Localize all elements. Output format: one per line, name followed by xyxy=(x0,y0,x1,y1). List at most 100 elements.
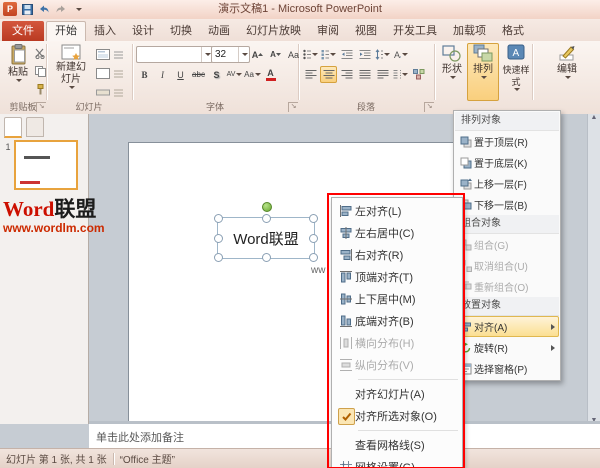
menu-item-align-middle[interactable]: 上下居中(M) xyxy=(334,288,460,310)
tab-review[interactable]: 审阅 xyxy=(309,21,347,41)
group-separator xyxy=(132,44,133,100)
menu-separator xyxy=(358,430,458,431)
cut-icon[interactable] xyxy=(32,45,49,62)
menu-item-align-bottom[interactable]: 底端对齐(B) xyxy=(334,310,460,332)
tab-view[interactable]: 视图 xyxy=(347,21,385,41)
resize-handle-nw[interactable] xyxy=(214,214,223,223)
menu-item-align-center[interactable]: 左右居中(C) xyxy=(334,222,460,244)
clear-formatting-button[interactable]: Aa xyxy=(285,46,302,63)
menu-item-align-selected-objects[interactable]: 对齐所选对象(O) xyxy=(334,405,460,427)
increase-indent-icon[interactable] xyxy=(356,46,373,63)
copy-icon[interactable] xyxy=(32,63,49,80)
outline-tab-icon[interactable] xyxy=(26,117,44,137)
menu-item-selection-pane[interactable]: 选择窗格(P) xyxy=(455,358,559,379)
font-dialog-launcher-icon[interactable]: ↘ xyxy=(288,102,298,112)
text-shadow-button[interactable]: S xyxy=(208,66,225,83)
clipboard-dialog-launcher-icon[interactable]: ↘ xyxy=(36,102,46,112)
italic-button[interactable]: I xyxy=(154,66,171,83)
font-size-combo[interactable]: 32 xyxy=(211,46,250,63)
align-left-button[interactable] xyxy=(302,66,319,83)
menu-item-regroup: 重新组合(O) xyxy=(455,276,559,297)
align-center-button[interactable] xyxy=(320,66,337,83)
underline-button[interactable]: U xyxy=(172,66,189,83)
menu-item-bring-to-front[interactable]: 置于顶层(R) xyxy=(455,131,559,152)
scroll-up-icon[interactable]: ▲ xyxy=(591,114,598,121)
character-spacing-button[interactable]: AV xyxy=(226,66,243,83)
font-group-label: 字体 xyxy=(205,102,224,112)
columns-icon[interactable] xyxy=(392,66,409,83)
justify-button[interactable] xyxy=(356,66,373,83)
tab-transitions[interactable]: 切换 xyxy=(162,21,200,41)
tab-slideshow[interactable]: 幻灯片放映 xyxy=(238,21,309,41)
numbering-icon[interactable] xyxy=(320,46,337,63)
shapes-button[interactable]: 形状 xyxy=(437,43,467,101)
layout-icon[interactable] xyxy=(93,46,129,63)
rotate-handle[interactable] xyxy=(262,202,272,212)
section-icon[interactable] xyxy=(93,84,129,101)
tab-developer[interactable]: 开发工具 xyxy=(385,21,445,41)
vertical-scrollbar[interactable]: ▲ ▼ xyxy=(587,114,600,424)
resize-handle-s[interactable] xyxy=(262,253,271,262)
strikethrough-button[interactable]: abc xyxy=(190,66,207,83)
menu-item-view-gridlines[interactable]: 查看网格线(S) xyxy=(334,434,460,456)
menu-item-rotate[interactable]: 旋转(R) xyxy=(455,337,559,358)
font-size-dropdown-icon[interactable] xyxy=(238,47,249,62)
tab-home[interactable]: 开始 xyxy=(46,21,86,41)
tab-design[interactable]: 设计 xyxy=(124,21,162,41)
resize-handle-w[interactable] xyxy=(214,234,223,243)
slide-thumbnail[interactable] xyxy=(14,140,78,190)
arrange-button[interactable]: 排列 xyxy=(467,43,499,101)
resize-handle-e[interactable] xyxy=(309,234,318,243)
wordlm-watermark: Word联盟 www.wordlm.com xyxy=(3,197,105,235)
menu-item-align-to-slide[interactable]: 对齐幻灯片(A) xyxy=(334,383,460,405)
editing-button[interactable]: 编辑 xyxy=(549,43,585,101)
partially-hidden-text[interactable]: ww xyxy=(311,265,325,276)
bullets-icon[interactable] xyxy=(302,46,319,63)
format-painter-icon[interactable] xyxy=(32,81,49,98)
line-spacing-icon[interactable] xyxy=(374,46,391,63)
menu-item-align-right[interactable]: 右对齐(R) xyxy=(334,244,460,266)
tab-animations[interactable]: 动画 xyxy=(200,21,238,41)
paragraph-dialog-launcher-icon[interactable]: ↘ xyxy=(424,102,434,112)
menu-item-send-to-back[interactable]: 置于底层(K) xyxy=(455,152,559,173)
selected-textbox[interactable]: Word联盟 xyxy=(214,202,318,262)
smartart-icon[interactable] xyxy=(410,66,427,83)
paste-button[interactable]: 粘贴 xyxy=(3,43,33,101)
slides-tab-icon[interactable] xyxy=(4,117,22,138)
tab-file[interactable]: 文件 xyxy=(2,21,44,41)
resize-handle-se[interactable] xyxy=(309,253,318,262)
menu-header-position-objects: 放置对象 xyxy=(455,297,559,316)
menu-item-send-backward[interactable]: 下移一层(B) xyxy=(455,194,559,215)
shrink-font-button[interactable]: A xyxy=(267,46,284,63)
slide-thumbnail-row[interactable]: 1 xyxy=(2,140,78,190)
textbox-text[interactable]: Word联盟 xyxy=(233,228,299,249)
reset-icon[interactable] xyxy=(93,65,129,82)
resize-handle-n[interactable] xyxy=(262,214,271,223)
distribute-text-button[interactable] xyxy=(374,66,391,83)
blank-icon-slot xyxy=(337,437,355,453)
menu-item-grid-settings[interactable]: 网格设置(G)... xyxy=(334,456,460,468)
grow-font-button[interactable]: A xyxy=(249,46,266,63)
font-color-button[interactable]: A xyxy=(262,66,279,83)
menu-item-align-left[interactable]: 左对齐(L) xyxy=(334,200,460,222)
resize-handle-ne[interactable] xyxy=(309,214,318,223)
menu-item-bring-forward[interactable]: 上移一层(F) xyxy=(455,173,559,194)
shapes-icon xyxy=(442,45,461,62)
align-right-button[interactable] xyxy=(338,66,355,83)
decrease-indent-icon[interactable] xyxy=(338,46,355,63)
theme-status[interactable]: “Office 主题” xyxy=(120,451,175,466)
change-case-button[interactable]: Aa xyxy=(244,66,261,83)
tab-format[interactable]: 格式 xyxy=(494,21,532,41)
menu-item-align[interactable]: 对齐(A) xyxy=(455,316,559,337)
arrange-icon xyxy=(473,44,493,62)
tab-addins[interactable]: 加载项 xyxy=(445,21,494,41)
menu-item-align-top[interactable]: 顶端对齐(T) xyxy=(334,266,460,288)
new-slide-button[interactable]: 新建幻灯片 xyxy=(50,43,92,101)
submenu-arrow-icon xyxy=(551,344,555,351)
font-name-combo[interactable] xyxy=(136,46,213,63)
resize-handle-sw[interactable] xyxy=(214,253,223,262)
text-direction-icon[interactable]: A xyxy=(392,46,409,63)
bold-button[interactable]: B xyxy=(136,66,153,83)
quick-styles-button[interactable]: A 快速样式 xyxy=(499,43,533,101)
tab-insert[interactable]: 插入 xyxy=(86,21,124,41)
